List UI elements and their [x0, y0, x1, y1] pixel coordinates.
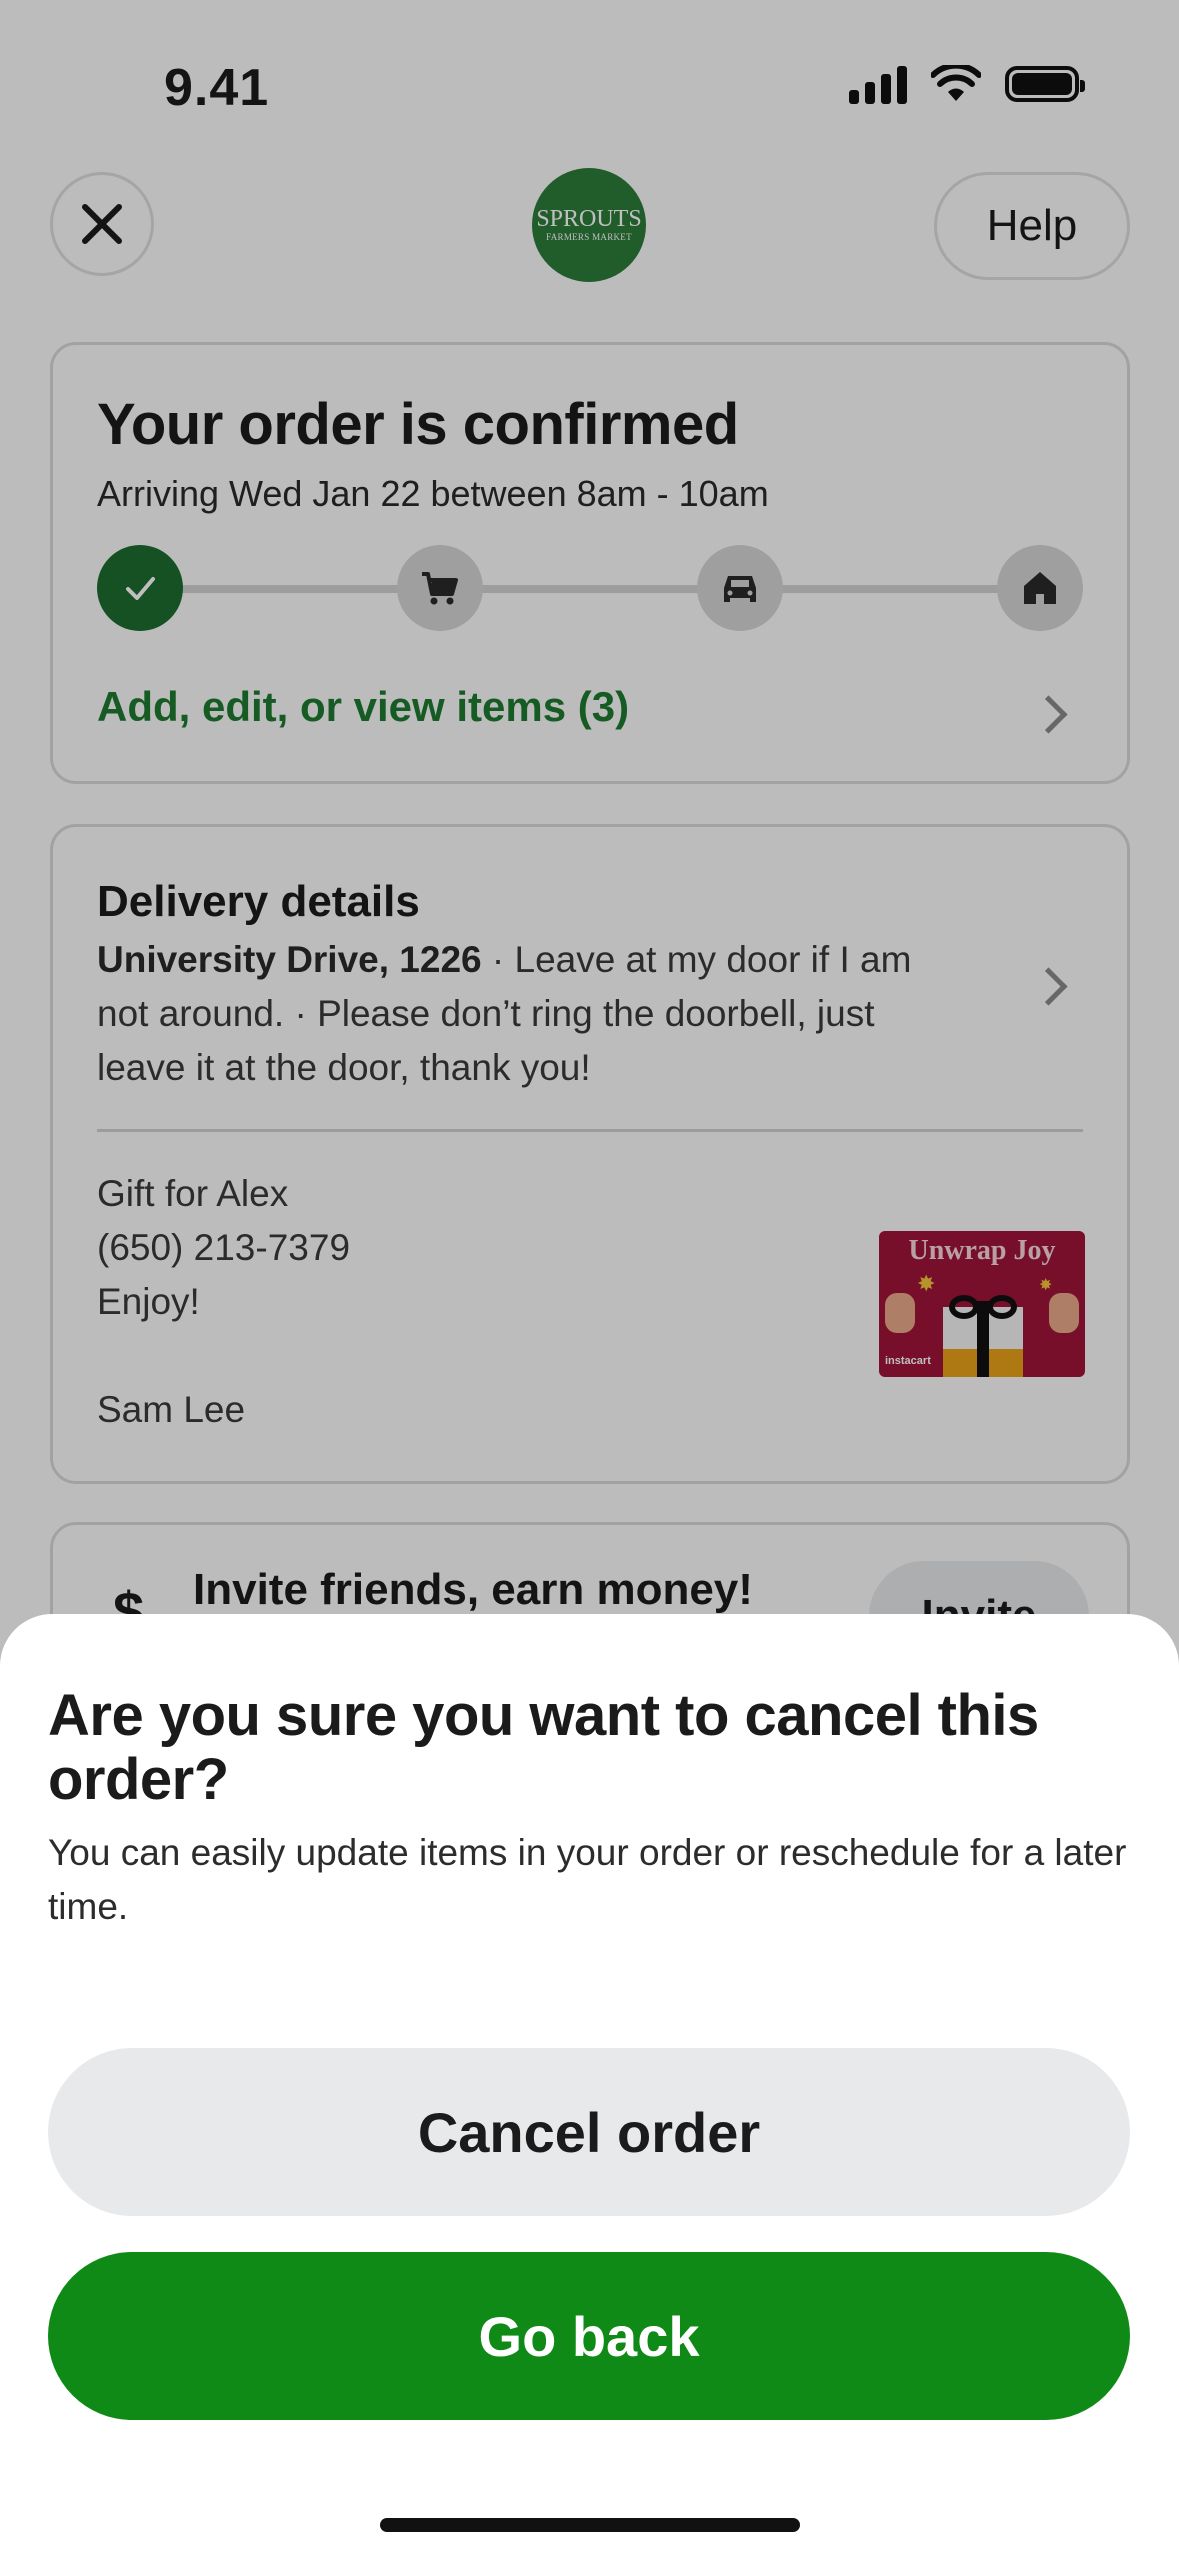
- order-page: 9.41 SPROUTS FARMERS MARKET Help Your or…: [0, 0, 1179, 2556]
- cancel-order-sheet: Are you sure you want to cancel this ord…: [0, 1614, 1179, 2556]
- cancel-order-button[interactable]: Cancel order: [48, 2048, 1130, 2216]
- sheet-message: You can easily update items in your orde…: [48, 1832, 1127, 1927]
- sheet-title: Are you sure you want to cancel this ord…: [48, 1683, 1039, 1812]
- home-indicator[interactable]: [380, 2518, 800, 2532]
- go-back-button[interactable]: Go back: [48, 2252, 1130, 2420]
